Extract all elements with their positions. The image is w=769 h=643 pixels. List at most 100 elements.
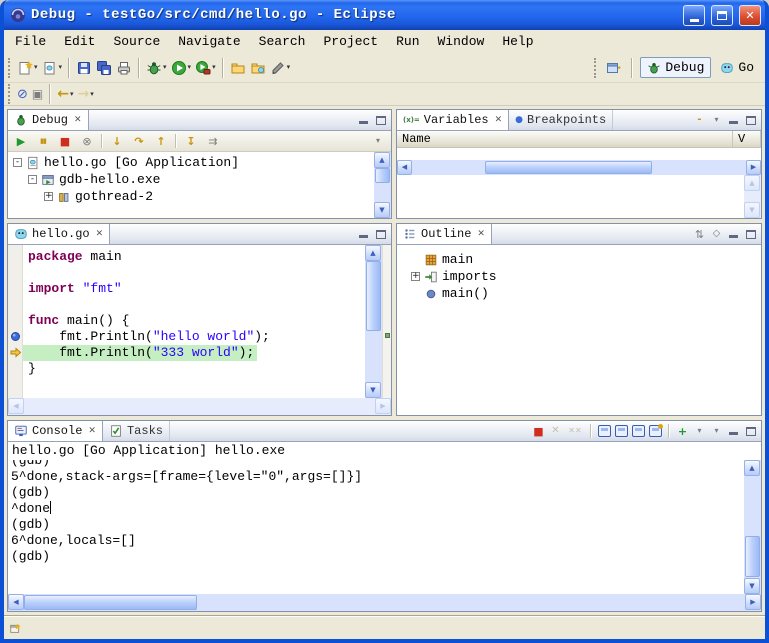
close-tab-icon[interactable]: ✕ <box>74 116 82 125</box>
perspective-go-button[interactable]: Go <box>714 58 760 77</box>
variables-detail-text[interactable] <box>397 175 744 218</box>
suspend-button[interactable]: ▮▮ <box>33 132 53 150</box>
scroll-thumb[interactable] <box>366 261 381 331</box>
variables-view-menu-button[interactable]: ▾ <box>710 114 723 127</box>
scroll-left-button[interactable]: ◀ <box>8 398 24 414</box>
tab-tasks[interactable]: Tasks <box>103 421 170 441</box>
drop-to-frame-button[interactable]: ↧ <box>181 132 201 150</box>
minimize-view-button[interactable] <box>727 114 740 127</box>
outline-row-main-func[interactable]: main() <box>411 285 761 302</box>
resume-button[interactable]: ▶ <box>11 132 31 150</box>
new-go-element-button[interactable]: ▾ <box>40 56 65 80</box>
external-tools-button[interactable]: ▾ <box>193 56 218 80</box>
collapse-all-button[interactable]: - <box>693 114 706 127</box>
tab-editor-hello-go[interactable]: hello.go ✕ <box>8 224 110 244</box>
open-console-dropdown-button[interactable]: ▾ <box>693 425 706 438</box>
detail-vertical-scrollbar[interactable]: ▲ ▼ <box>744 175 761 218</box>
scroll-right-button[interactable]: ▶ <box>375 398 391 414</box>
tab-debug[interactable]: Debug ✕ <box>8 110 89 130</box>
column-header-name[interactable]: Name <box>397 131 733 147</box>
variables-detail-pane[interactable]: ▲ ▼ <box>397 175 761 218</box>
outline-row-imports[interactable]: + imports <box>411 268 761 285</box>
close-tab-icon[interactable]: ✕ <box>96 230 104 239</box>
clear-console-button[interactable] <box>598 425 611 438</box>
remove-all-launches-button[interactable]: ✕✕ <box>566 425 584 438</box>
back-button[interactable]: ← ▾ <box>55 84 75 104</box>
skip-all-breakpoints-button[interactable]: ⊘ <box>15 84 30 104</box>
dropdown-icon[interactable]: ▾ <box>90 91 94 98</box>
open-folder-button[interactable] <box>228 56 248 80</box>
column-header-value[interactable]: V <box>733 131 761 147</box>
close-tab-icon[interactable]: ✕ <box>88 427 96 436</box>
forward-button[interactable]: → ▾ <box>76 84 96 104</box>
scroll-track[interactable] <box>412 160 746 175</box>
maximize-view-button[interactable] <box>744 114 757 127</box>
menu-help[interactable]: Help <box>493 32 542 51</box>
save-all-button[interactable] <box>94 56 114 80</box>
close-tab-icon[interactable]: ✕ <box>477 230 485 239</box>
close-tab-icon[interactable]: ✕ <box>495 116 503 125</box>
scroll-left-button[interactable]: ◀ <box>8 594 24 610</box>
search-button[interactable]: ▾ <box>268 56 293 80</box>
dropdown-icon[interactable]: ▾ <box>188 64 192 71</box>
scroll-up-button[interactable]: ▲ <box>365 245 381 261</box>
scroll-track[interactable] <box>374 168 391 202</box>
dropdown-icon[interactable]: ▾ <box>163 64 167 71</box>
step-into-button[interactable]: ↓ <box>107 132 127 150</box>
breakpoint-icon[interactable] <box>10 331 21 342</box>
variables-empty-area[interactable] <box>397 148 761 160</box>
show-console-on-output-button[interactable] <box>632 425 645 438</box>
scroll-down-button[interactable]: ▼ <box>374 202 390 218</box>
display-selected-console-button[interactable]: + <box>676 425 689 438</box>
editor-horizontal-scrollbar[interactable]: ◀ ▶ <box>8 398 391 415</box>
tab-console[interactable]: Console ✕ <box>8 421 103 441</box>
scroll-left-button[interactable]: ◀ <box>397 160 412 175</box>
step-return-button[interactable]: ↑ <box>151 132 171 150</box>
scroll-thumb[interactable] <box>745 536 760 577</box>
terminate-button[interactable]: ■ <box>55 132 75 150</box>
pin-console-button[interactable] <box>649 425 662 438</box>
link-with-editor-button[interactable]: ▣ <box>30 84 45 104</box>
console-horizontal-scrollbar[interactable]: ◀ ▶ <box>8 594 761 611</box>
remove-launch-button[interactable]: ✕ <box>549 425 562 438</box>
perspective-gripper[interactable] <box>594 58 598 78</box>
step-over-button[interactable]: ↷ <box>129 132 149 150</box>
scroll-thumb[interactable] <box>375 168 390 183</box>
instruction-pointer-icon[interactable] <box>10 347 21 358</box>
outline-row-package[interactable]: main <box>411 251 761 268</box>
console-output[interactable]: (gdb) 5^done,stack-args=[frame={level="0… <box>8 460 744 594</box>
dropdown-icon[interactable]: ▾ <box>34 64 38 71</box>
debug-view-menu-button[interactable]: ▾ <box>368 132 388 150</box>
fast-view-icon[interactable] <box>9 621 23 635</box>
minimize-view-button[interactable] <box>357 114 370 127</box>
scroll-track[interactable] <box>365 261 382 382</box>
scroll-right-button[interactable]: ▶ <box>745 594 761 610</box>
menu-search[interactable]: Search <box>250 32 315 51</box>
debug-tree-row-process[interactable]: - gdb-hello.exe <box>8 171 374 188</box>
tab-variables[interactable]: (x)= Variables ✕ <box>397 110 509 130</box>
debug-tree-row-thread[interactable]: + gothread-2 <box>8 188 374 205</box>
menu-edit[interactable]: Edit <box>55 32 104 51</box>
dropdown-icon[interactable]: ▾ <box>59 64 63 71</box>
collapse-expander-icon[interactable]: + <box>44 192 53 201</box>
menu-project[interactable]: Project <box>314 32 387 51</box>
menu-window[interactable]: Window <box>429 32 494 51</box>
run-button[interactable]: ▾ <box>169 56 194 80</box>
maximize-view-button[interactable] <box>744 425 757 438</box>
debug-tree[interactable]: - hello.go [Go Application] - <box>8 152 391 218</box>
perspective-debug-button[interactable]: Debug <box>640 57 711 78</box>
step-filters-button[interactable]: ⇉ <box>203 132 223 150</box>
outline-tree[interactable]: main + imports <box>397 245 761 415</box>
scroll-up-button[interactable]: ▲ <box>744 175 760 191</box>
scroll-thumb[interactable] <box>24 595 197 610</box>
dropdown-icon[interactable]: ▾ <box>70 91 74 98</box>
console-view-menu-button[interactable]: ▾ <box>710 425 723 438</box>
debug-vertical-scrollbar[interactable]: ▲ ▼ <box>374 152 391 218</box>
menu-run[interactable]: Run <box>387 32 428 51</box>
collapse-expander-icon[interactable]: - <box>13 158 22 167</box>
scroll-track[interactable] <box>744 476 761 578</box>
tab-outline[interactable]: Outline ✕ <box>397 224 492 244</box>
editor-vertical-ruler[interactable] <box>8 245 23 398</box>
terminate-console-button[interactable]: ■ <box>532 425 545 438</box>
minimize-window-button[interactable] <box>683 5 705 26</box>
